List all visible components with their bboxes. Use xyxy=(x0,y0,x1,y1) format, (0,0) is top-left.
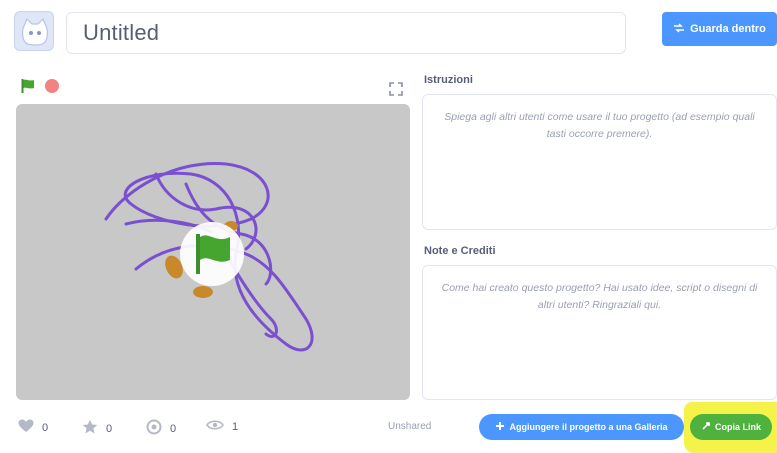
instructions-placeholder: Spiega agli altri utenti come usare il t… xyxy=(444,111,755,140)
heart-icon xyxy=(18,419,34,436)
see-inside-button[interactable]: Guarda dentro xyxy=(662,12,777,46)
notes-credits-placeholder: Come hai creato questo progetto? Hai usa… xyxy=(441,282,758,311)
views-stat: 1 xyxy=(206,419,238,434)
stage-canvas[interactable] xyxy=(16,104,410,400)
copy-link-button[interactable]: Copia Link xyxy=(690,414,772,440)
remix-icon xyxy=(146,419,162,438)
remix-count: 0 xyxy=(170,422,177,435)
unshared-status: Unshared xyxy=(388,421,432,432)
fullscreen-icon[interactable] xyxy=(387,80,405,98)
stop-sign-icon[interactable] xyxy=(45,79,59,93)
green-flag-icon[interactable] xyxy=(20,78,36,99)
project-title-input[interactable]: Untitled xyxy=(66,12,626,54)
see-inside-label: Guarda dentro xyxy=(690,23,766,35)
eye-icon xyxy=(206,419,224,434)
views-count: 1 xyxy=(232,420,239,433)
notes-credits-title: Note e Crediti xyxy=(424,245,496,257)
instructions-textarea[interactable]: Spiega agli altri utenti come usare il t… xyxy=(422,94,777,230)
copy-link-label: Copia Link xyxy=(714,422,761,432)
notes-credits-textarea[interactable]: Come hai creato questo progetto? Hai usa… xyxy=(422,265,777,400)
love-stat[interactable]: 0 xyxy=(18,419,48,436)
star-icon xyxy=(82,419,98,438)
add-to-studio-label: Aggiungere il progetto a una Galleria xyxy=(509,422,668,432)
remix-icon xyxy=(673,22,685,36)
favorite-count: 0 xyxy=(106,422,113,435)
scratch-cat-avatar-icon[interactable] xyxy=(14,11,54,51)
add-to-studio-button[interactable]: Aggiungere il progetto a una Galleria xyxy=(479,414,684,440)
project-title-text: Untitled xyxy=(83,20,160,45)
remix-stat: 0 xyxy=(146,419,176,438)
instructions-title: Istruzioni xyxy=(424,74,473,86)
love-count: 0 xyxy=(42,421,49,434)
favorite-stat[interactable]: 0 xyxy=(82,419,112,438)
link-icon xyxy=(701,421,711,433)
plus-icon xyxy=(495,421,505,433)
